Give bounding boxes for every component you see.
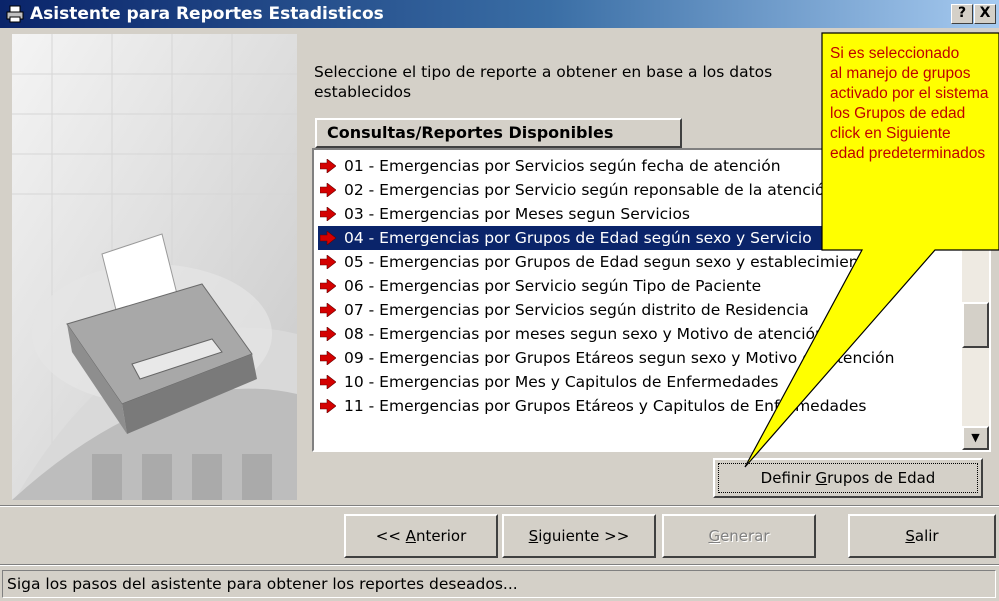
generate-label-post: enerar: [720, 527, 770, 545]
red-arrow-icon: [320, 327, 336, 341]
callout-line: los Grupos de edad: [830, 105, 966, 122]
printer-icon: [6, 5, 24, 23]
callout-line: Si es seleccionado: [830, 45, 960, 62]
define-age-groups-label-pre: Definir: [760, 469, 816, 487]
list-item-label: 02 - Emergencias por Servicio según repo…: [344, 181, 835, 199]
red-arrow-icon: [320, 231, 336, 245]
exit-label-post: alir: [914, 527, 939, 545]
list-item[interactable]: 05 - Emergencias por Grupos de Edad segu…: [318, 250, 958, 274]
separator: [0, 505, 999, 507]
list-item-label: 09 - Emergencias por Grupos Etáreos segu…: [344, 349, 895, 367]
red-arrow-icon: [320, 279, 336, 293]
define-age-groups-access-key: G: [815, 469, 828, 487]
previous-label-post: nterior: [415, 527, 467, 545]
previous-button[interactable]: << Anterior: [344, 514, 498, 558]
list-item-label: 07 - Emergencias por Servicios según dis…: [344, 301, 809, 319]
title-bar: Asistente para Reportes Estadisticos ? X: [0, 0, 999, 28]
status-bar: Siga los pasos del asistente para obtene…: [2, 570, 996, 598]
list-item[interactable]: 08 - Emergencias por meses segun sexo y …: [318, 322, 958, 346]
wizard-illustration: [12, 34, 297, 500]
exit-access-key: S: [905, 527, 915, 545]
separator: [0, 564, 999, 566]
generate-access-key: G: [708, 527, 721, 545]
list-item-label: 06 - Emergencias por Servicio según Tipo…: [344, 277, 762, 295]
list-item[interactable]: 09 - Emergencias por Grupos Etáreos segu…: [318, 346, 958, 370]
scroll-down-button[interactable]: ▼: [962, 426, 989, 450]
list-item[interactable]: 07 - Emergencias por Servicios según dis…: [318, 298, 958, 322]
scroll-thumb[interactable]: [962, 302, 989, 348]
help-button[interactable]: ?: [951, 4, 973, 24]
red-arrow-icon: [320, 303, 336, 317]
previous-access-key: A: [405, 527, 416, 545]
list-item-label: 05 - Emergencias por Grupos de Edad segu…: [344, 253, 875, 271]
red-arrow-icon: [320, 159, 336, 173]
callout-line: al manejo de grupos: [830, 65, 971, 82]
list-item-label: 04 - Emergencias por Grupos de Edad segú…: [344, 229, 812, 247]
list-item-label: 11 - Emergencias por Grupos Etáreos y Ca…: [344, 397, 867, 415]
exit-button[interactable]: Salir: [848, 514, 996, 558]
list-item[interactable]: 04 - Emergencias por Grupos de Edad segú…: [318, 226, 958, 250]
red-arrow-icon: [320, 399, 336, 413]
next-label-post: iguiente >>: [538, 527, 630, 545]
red-arrow-icon: [320, 375, 336, 389]
red-arrow-icon: [320, 183, 336, 197]
list-item[interactable]: 11 - Emergencias por Grupos Etáreos y Ca…: [318, 394, 958, 418]
red-arrow-icon: [320, 255, 336, 269]
list-item-label: 10 - Emergencias por Mes y Capitulos de …: [344, 373, 779, 391]
red-arrow-icon: [320, 207, 336, 221]
define-age-groups-button[interactable]: Definir Grupos de Edad: [713, 458, 983, 498]
next-button[interactable]: Siguiente >>: [502, 514, 656, 558]
previous-label-pre: <<: [375, 527, 406, 545]
callout-line: activado por el sistema: [830, 85, 989, 102]
window-title: Asistente para Reportes Estadisticos: [30, 4, 384, 24]
red-arrow-icon: [320, 351, 336, 365]
list-item-label: 08 - Emergencias por meses segun sexo y …: [344, 325, 825, 343]
callout-text: Si es seleccionado al manejo de grupos a…: [830, 44, 999, 164]
reports-listbox[interactable]: 01 - Emergencias por Servicios según fec…: [312, 148, 991, 452]
vertical-scrollbar[interactable]: ▲ ▼: [962, 150, 989, 450]
instruction-text: Seleccione el tipo de reporte a obtener …: [314, 63, 773, 101]
list-item[interactable]: 03 - Emergencias por Meses segun Servici…: [318, 202, 958, 226]
list-item-label: 03 - Emergencias por Meses segun Servici…: [344, 205, 691, 223]
list-item[interactable]: 10 - Emergencias por Mes y Capitulos de …: [318, 370, 958, 394]
generate-button[interactable]: Generar: [662, 514, 816, 558]
callout-line: edad predeterminados: [830, 145, 986, 162]
list-item[interactable]: 06 - Emergencias por Servicio según Tipo…: [318, 274, 958, 298]
list-item[interactable]: 02 - Emergencias por Servicio según repo…: [318, 178, 958, 202]
callout-line: click en Siguiente: [830, 125, 951, 142]
next-access-key: S: [528, 527, 539, 545]
list-item-label: 01 - Emergencias por Servicios según fec…: [344, 157, 781, 175]
list-header[interactable]: Consultas/Reportes Disponibles: [315, 118, 682, 148]
close-button[interactable]: X: [974, 4, 996, 24]
define-age-groups-label-post: rupos de Edad: [827, 469, 936, 487]
reports-list[interactable]: 01 - Emergencias por Servicios según fec…: [318, 154, 958, 418]
